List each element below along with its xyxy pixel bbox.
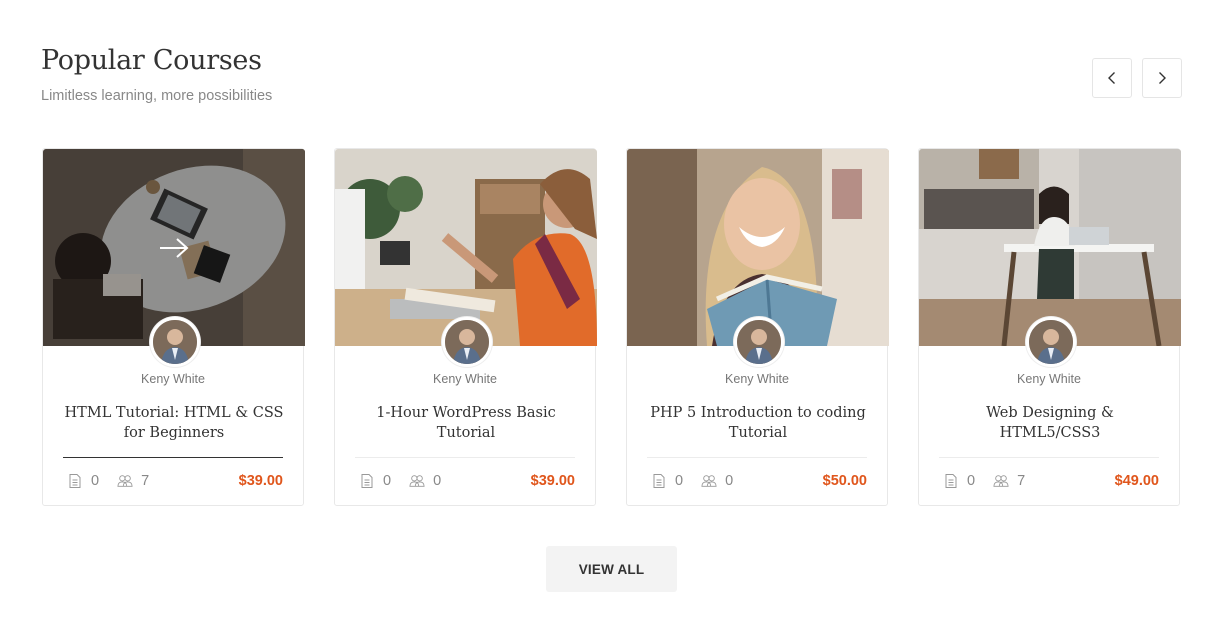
students-count: 0 — [433, 473, 442, 489]
course-price: $39.00 — [530, 473, 575, 489]
course-meta: 0 7 $39.00 — [67, 473, 283, 489]
students-icon — [117, 473, 133, 489]
instructor-avatar[interactable] — [150, 317, 200, 367]
carousel-prev-button[interactable] — [1092, 58, 1132, 98]
students-icon — [409, 473, 425, 489]
arrow-right-icon — [160, 237, 189, 258]
section-subtitle: Limitless learning, more possibilities — [41, 88, 273, 104]
lessons-count: 0 — [91, 473, 100, 489]
course-meta: 0 0 $50.00 — [651, 473, 867, 489]
course-card[interactable]: Keny White HTML Tutorial: HTML & CSS for… — [42, 148, 305, 506]
students-count: 0 — [725, 473, 734, 489]
course-carousel: Keny White HTML Tutorial: HTML & CSS for… — [42, 148, 1182, 506]
instructor-name[interactable]: Keny White — [335, 372, 595, 386]
document-icon — [651, 473, 667, 489]
instructor-name[interactable]: Keny White — [919, 372, 1179, 386]
document-icon — [67, 473, 83, 489]
course-card[interactable]: Keny White Web Designing & HTML5/CSS3 0 … — [918, 148, 1181, 506]
course-title[interactable]: HTML Tutorial: HTML & CSS for Beginners — [59, 403, 289, 443]
instructor-avatar[interactable] — [1026, 317, 1076, 367]
course-meta: 0 7 $49.00 — [943, 473, 1159, 489]
course-price: $50.00 — [822, 473, 867, 489]
course-card[interactable]: Keny White PHP 5 Introduction to coding … — [626, 148, 889, 506]
lessons-count: 0 — [383, 473, 392, 489]
students-count: 7 — [141, 473, 150, 489]
course-title[interactable]: 1-Hour WordPress Basic Tutorial — [351, 403, 581, 443]
card-divider — [647, 457, 867, 458]
students-icon — [993, 473, 1009, 489]
document-icon — [943, 473, 959, 489]
card-divider — [355, 457, 575, 458]
course-meta: 0 0 $39.00 — [359, 473, 575, 489]
view-all-button[interactable]: VIEW ALL — [546, 546, 677, 592]
card-divider — [939, 457, 1159, 458]
instructor-name[interactable]: Keny White — [627, 372, 887, 386]
instructor-name[interactable]: Keny White — [43, 372, 303, 386]
course-price: $39.00 — [238, 473, 283, 489]
document-icon — [359, 473, 375, 489]
lessons-count: 0 — [675, 473, 684, 489]
course-price: $49.00 — [1114, 473, 1159, 489]
instructor-avatar[interactable] — [442, 317, 492, 367]
section-title: Popular Courses — [41, 45, 262, 76]
lessons-count: 0 — [967, 473, 976, 489]
section-header: Popular Courses Limitless learning, more… — [41, 43, 272, 104]
students-count: 7 — [1017, 473, 1026, 489]
course-title[interactable]: Web Designing & HTML5/CSS3 — [935, 403, 1165, 443]
chevron-right-icon — [1159, 72, 1166, 84]
instructor-avatar[interactable] — [734, 317, 784, 367]
chevron-left-icon — [1108, 72, 1115, 84]
carousel-next-button[interactable] — [1142, 58, 1182, 98]
course-card[interactable]: Keny White 1-Hour WordPress Basic Tutori… — [334, 148, 597, 506]
card-divider — [63, 457, 283, 458]
course-title[interactable]: PHP 5 Introduction to coding Tutorial — [643, 403, 873, 443]
students-icon — [701, 473, 717, 489]
